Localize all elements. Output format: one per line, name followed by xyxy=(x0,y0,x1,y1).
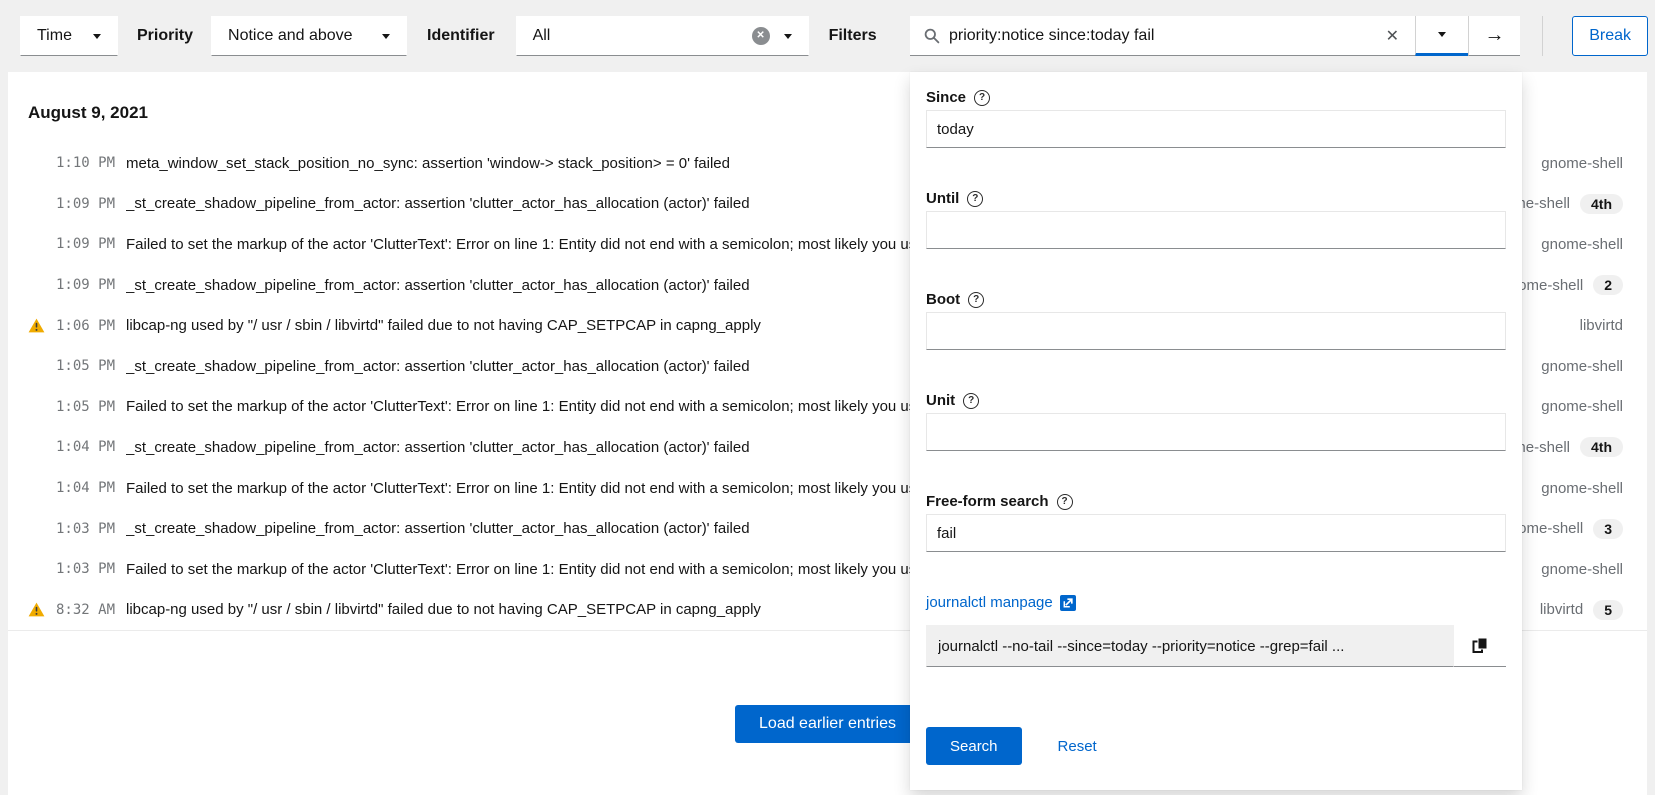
identifier-label: Identifier xyxy=(427,27,495,45)
warning-icon xyxy=(28,602,45,617)
search-options-toggle[interactable] xyxy=(1415,16,1468,56)
panel-actions: Search Reset xyxy=(926,727,1506,765)
entry-service: gnome-shell xyxy=(1541,480,1623,497)
entry-time: 1:09 PM xyxy=(56,277,118,293)
entry-time: 1:05 PM xyxy=(56,358,118,374)
entry-count-badge: 4th xyxy=(1580,194,1623,214)
entry-service: gnome-shell xyxy=(1541,358,1623,375)
journalctl-manpage-link[interactable]: journalctl manpage xyxy=(926,593,1053,612)
entry-service: gnome-shell xyxy=(1541,561,1623,578)
boot-label: Boot xyxy=(926,290,960,309)
panel-reset-button[interactable]: Reset xyxy=(1058,738,1097,755)
search-filters-panel: Since ? Until ? Boot ? Unit ? Free-form … xyxy=(910,72,1522,790)
priority-select[interactable]: Notice and above xyxy=(211,16,407,56)
search-input-area[interactable]: priority:notice since:today fail ✕ xyxy=(910,16,1415,56)
entry-time: 1:04 PM xyxy=(56,439,118,455)
chevron-down-icon xyxy=(1438,32,1446,37)
identifier-select-value: All xyxy=(533,27,551,45)
journal-filters-toolbar: Time Priority Notice and above Identifie… xyxy=(0,0,1655,72)
entry-time: 1:05 PM xyxy=(56,399,118,415)
clear-identifier-icon[interactable]: ✕ xyxy=(752,27,770,45)
help-icon[interactable]: ? xyxy=(968,292,984,308)
warning-icon xyxy=(28,318,45,333)
command-row xyxy=(926,625,1506,667)
journalctl-command-input[interactable] xyxy=(926,625,1454,667)
chevron-down-icon xyxy=(784,34,792,39)
time-select[interactable]: Time xyxy=(20,16,118,56)
entry-time: 1:10 PM xyxy=(56,155,118,171)
load-earlier-button[interactable]: Load earlier entries xyxy=(735,705,920,743)
help-icon[interactable]: ? xyxy=(963,393,979,409)
entry-count-badge: 5 xyxy=(1593,600,1623,620)
since-input[interactable] xyxy=(926,110,1506,148)
chevron-down-icon xyxy=(93,34,101,39)
entry-time: 1:03 PM xyxy=(56,521,118,537)
boot-input[interactable] xyxy=(926,312,1506,350)
freeform-search-label: Free-form search xyxy=(926,492,1049,511)
break-button[interactable]: Break xyxy=(1572,16,1648,56)
identifier-select[interactable]: All ✕ xyxy=(516,16,809,56)
entry-count-badge: 4th xyxy=(1580,437,1623,457)
entry-time: 1:04 PM xyxy=(56,480,118,496)
external-link-icon xyxy=(1060,595,1076,611)
since-field-group: Since ? xyxy=(926,88,1506,148)
unit-field-group: Unit ? xyxy=(926,391,1506,451)
search-icon xyxy=(924,28,940,44)
time-select-value: Time xyxy=(37,27,72,45)
journal-search-group: priority:notice since:today fail ✕ → xyxy=(910,16,1520,56)
priority-select-value: Notice and above xyxy=(228,27,353,45)
entry-time: 1:06 PM xyxy=(56,318,118,334)
entry-count-badge: 3 xyxy=(1593,519,1623,539)
help-icon[interactable]: ? xyxy=(967,191,983,207)
panel-search-button[interactable]: Search xyxy=(926,727,1022,765)
filters-label: Filters xyxy=(829,27,877,45)
search-submit-button[interactable]: → xyxy=(1468,16,1520,56)
entry-service: libvirtd xyxy=(1580,317,1623,334)
help-icon[interactable]: ? xyxy=(1057,494,1073,510)
entry-count-badge: 2 xyxy=(1593,275,1623,295)
copy-command-button[interactable] xyxy=(1454,625,1506,667)
unit-input[interactable] xyxy=(926,413,1506,451)
manpage-row: journalctl manpage xyxy=(926,593,1506,612)
freeform-field-group: Free-form search ? xyxy=(926,492,1506,552)
until-label: Until xyxy=(926,189,959,208)
freeform-search-input[interactable] xyxy=(926,514,1506,552)
until-input[interactable] xyxy=(926,211,1506,249)
entry-time: 1:03 PM xyxy=(56,561,118,577)
entry-service: gnome-shell xyxy=(1541,155,1623,172)
since-label: Since xyxy=(926,88,966,107)
unit-label: Unit xyxy=(926,391,955,410)
entry-service: gnome-shell xyxy=(1541,236,1623,253)
chevron-down-icon xyxy=(382,34,390,39)
priority-label: Priority xyxy=(137,27,193,45)
clear-search-button[interactable]: ✕ xyxy=(1380,26,1405,46)
entry-time: 1:09 PM xyxy=(56,236,118,252)
entry-service: gnome-shell xyxy=(1541,398,1623,415)
search-input[interactable]: priority:notice since:today fail xyxy=(949,27,1371,45)
help-icon[interactable]: ? xyxy=(974,90,990,106)
entry-time: 8:32 AM xyxy=(56,602,118,618)
copy-icon xyxy=(1472,637,1488,654)
until-field-group: Until ? xyxy=(926,189,1506,249)
entry-service: libvirtd xyxy=(1540,601,1583,618)
toolbar-divider xyxy=(1542,16,1543,56)
boot-field-group: Boot ? xyxy=(926,290,1506,350)
entry-time: 1:09 PM xyxy=(56,196,118,212)
